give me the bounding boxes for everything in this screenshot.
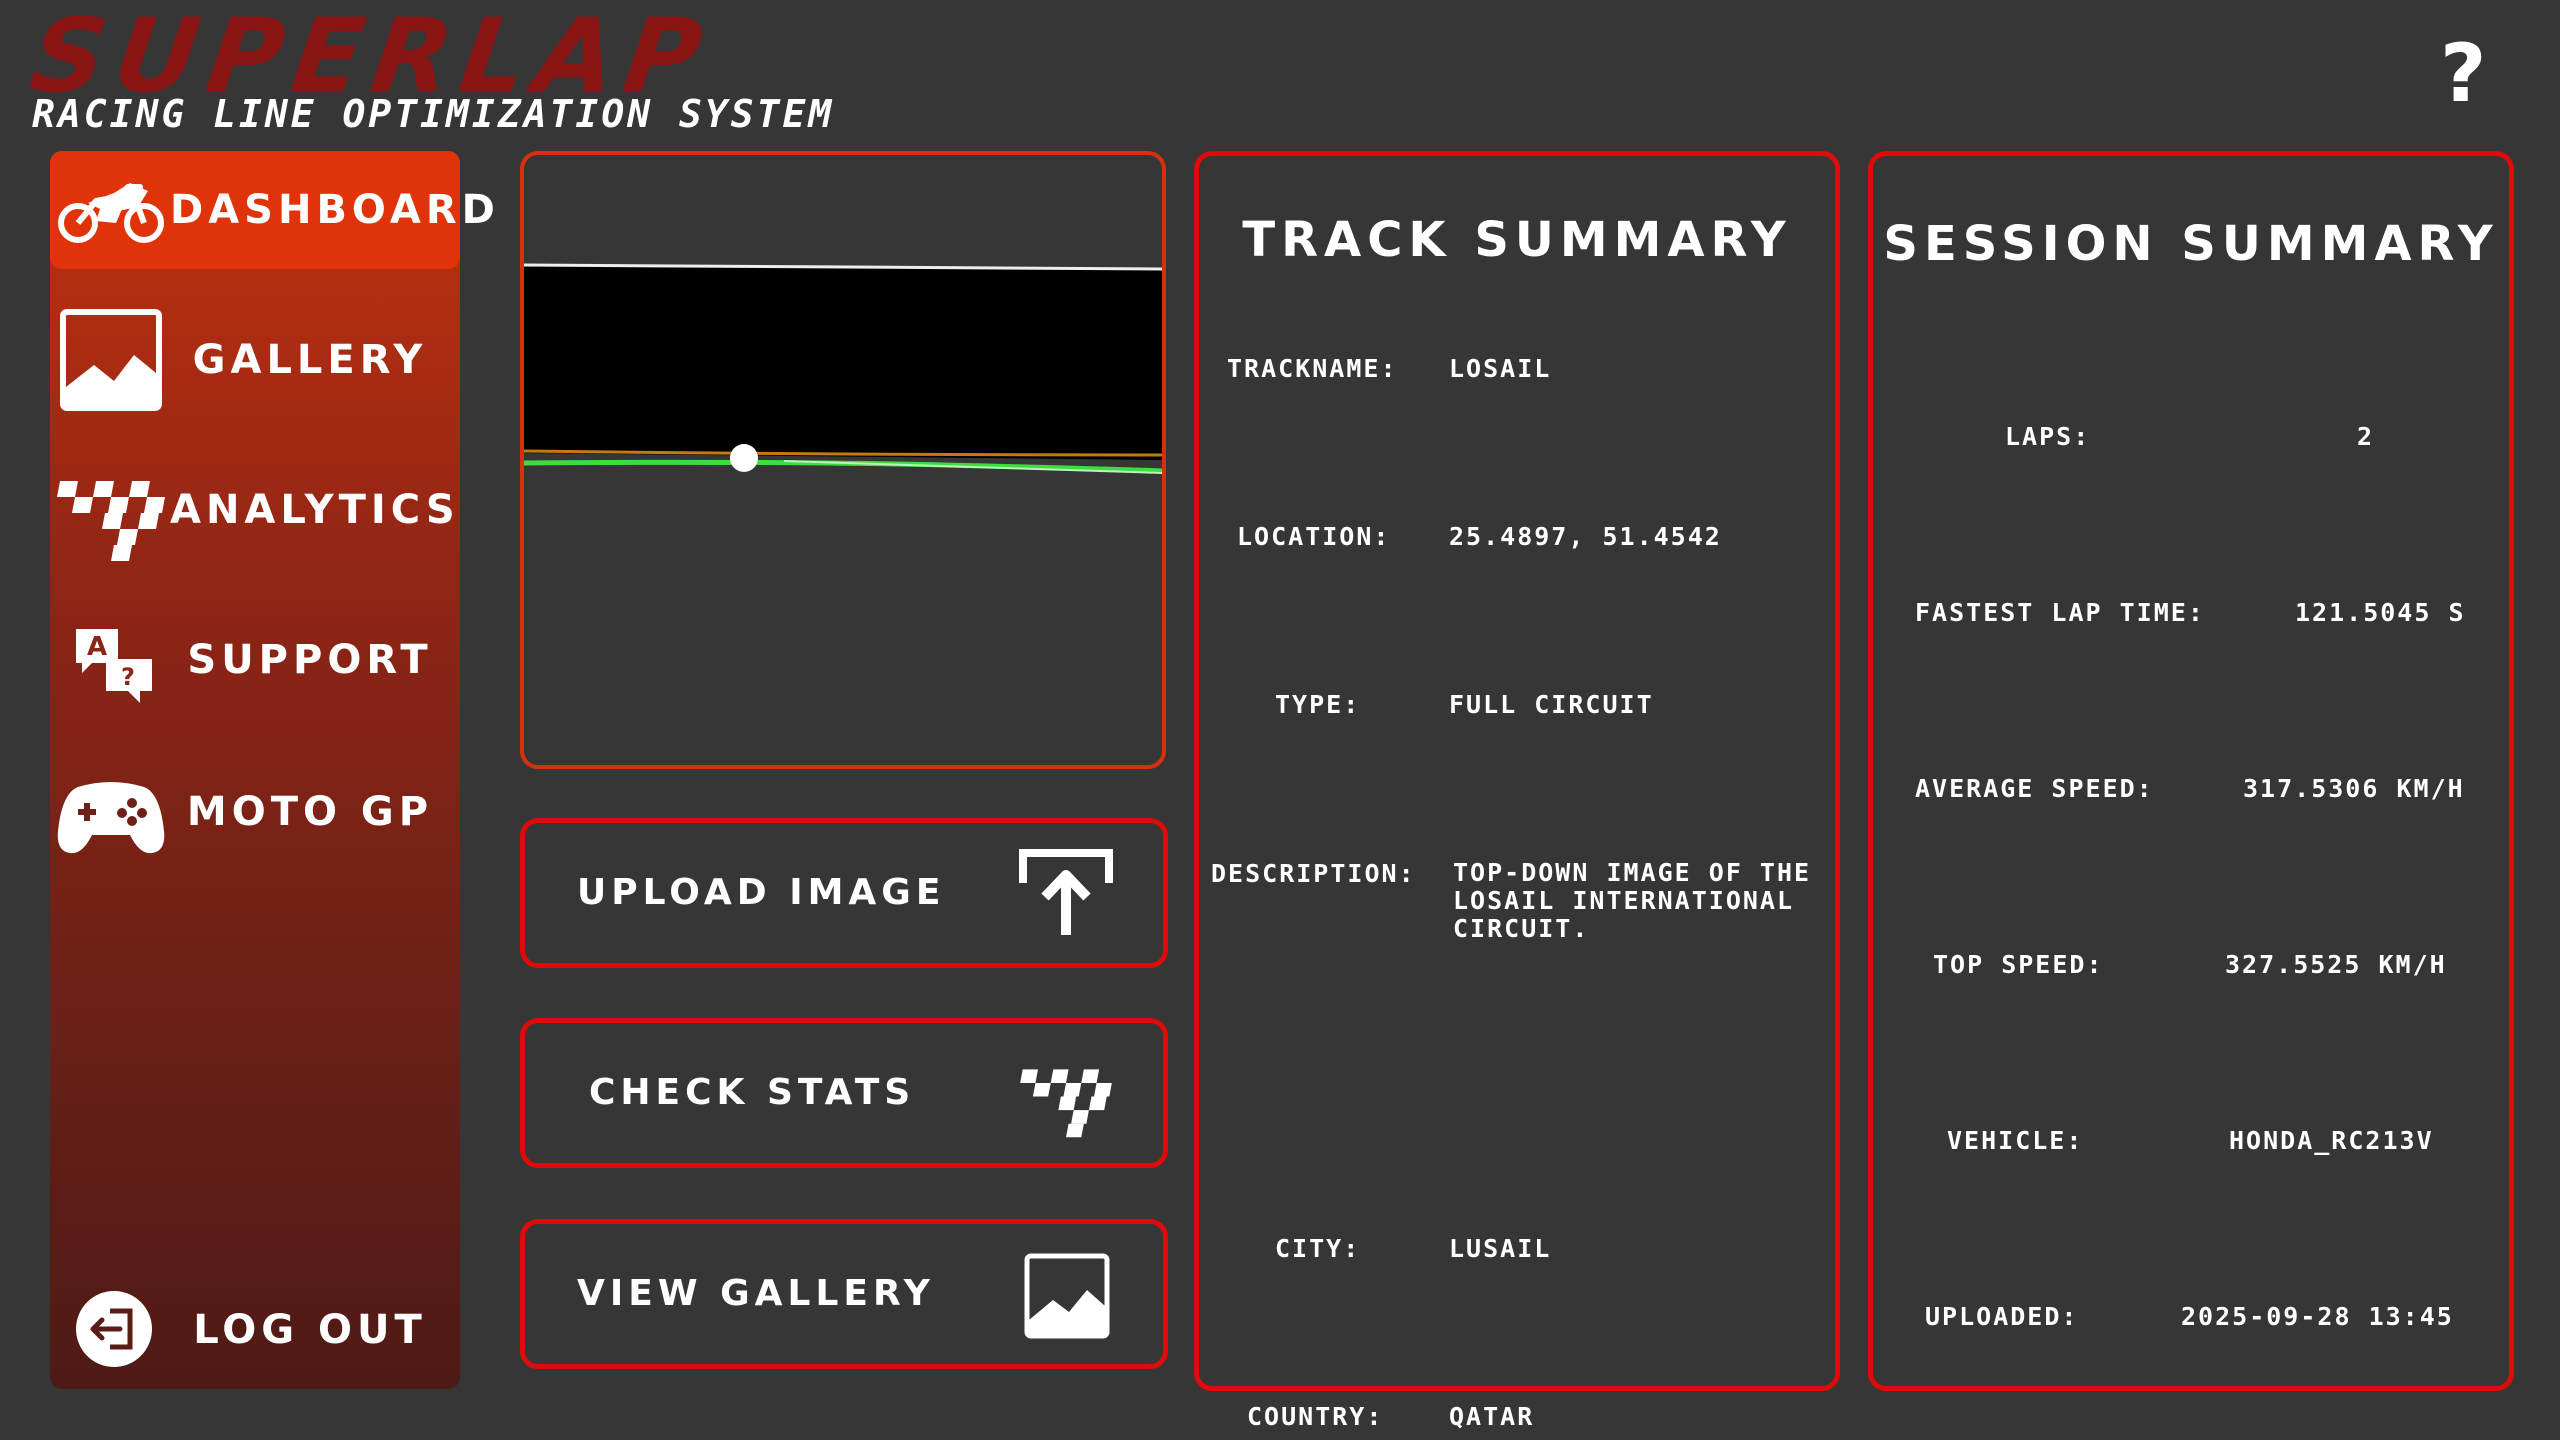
track-summary-title: TRACK SUMMARY — [1242, 212, 1792, 268]
gamepad-icon — [57, 782, 165, 854]
checkered-flag-icon — [57, 481, 165, 561]
check-stats-button[interactable]: CHECK STATS — [520, 1018, 1168, 1168]
average-speed-key: AVERAGE SPEED: — [1915, 774, 2154, 803]
laps-value: 2 — [2357, 422, 2375, 451]
type-value: FULL CIRCUIT — [1449, 690, 1654, 719]
fastest-lap-value: 121.5045 S — [2295, 598, 2466, 627]
upload-icon — [1019, 849, 1113, 935]
image-icon — [1024, 1253, 1110, 1339]
logout-label: LOG OUT — [193, 1307, 427, 1353]
view-gallery-label: VIEW GALLERY — [577, 1273, 935, 1314]
sidebar-item-label: SUPPORT — [187, 637, 433, 683]
session-summary-panel: SESSION SUMMARY LAPS: 2 FASTEST LAP TIME… — [1868, 151, 2514, 1391]
upload-image-label: UPLOAD IMAGE — [577, 872, 946, 913]
sidebar-item-gallery[interactable]: GALLERY — [50, 301, 460, 419]
vehicle-key: VEHICLE: — [1947, 1126, 2084, 1155]
track-summary-panel: TRACK SUMMARY TRACKNAME: LOSAIL LOCATION… — [1194, 151, 1840, 1431]
sidebar-item-label: GALLERY — [192, 337, 428, 383]
sidebar-item-support[interactable]: A ? SUPPORT — [50, 601, 460, 719]
motorcycle-icon — [58, 183, 164, 243]
uploaded-key: UPLOADED: — [1925, 1302, 2079, 1331]
check-stats-label: CHECK STATS — [589, 1072, 916, 1113]
sidebar: DASHBOARD GALLERY ANALYTICS A ? SUPPORT … — [50, 151, 500, 1389]
svg-text:A: A — [87, 632, 107, 662]
average-speed-value: 317.5306 KM/H — [2243, 774, 2465, 803]
sidebar-item-motogp[interactable]: MOTO GP — [50, 753, 460, 871]
translate-icon: A ? — [76, 629, 152, 703]
uploaded-value: 2025-09-28 13:45 — [2181, 1302, 2454, 1331]
country-key: COUNTRY: — [1247, 1402, 1384, 1431]
fastest-lap-key: FASTEST LAP TIME: — [1915, 598, 2205, 627]
sidebar-item-dashboard[interactable]: DASHBOARD — [50, 151, 500, 269]
city-value: LUSAIL — [1449, 1234, 1552, 1263]
track-preview — [520, 151, 1166, 769]
location-key: LOCATION: — [1237, 522, 1391, 551]
top-speed-key: TOP SPEED: — [1933, 950, 2104, 979]
type-key: TYPE: — [1275, 690, 1361, 719]
checkered-flag-icon — [1020, 1069, 1112, 1138]
sidebar-item-label: MOTO GP — [186, 789, 434, 835]
view-gallery-button[interactable]: VIEW GALLERY — [520, 1219, 1168, 1369]
vehicle-marker — [730, 444, 758, 472]
city-key: CITY: — [1275, 1234, 1361, 1263]
location-value: 25.4897, 51.4542 — [1449, 522, 1722, 551]
vehicle-value: HONDA_RC213V — [2229, 1126, 2434, 1155]
laps-key: LAPS: — [2005, 422, 2091, 451]
sidebar-item-label: DASHBOARD — [170, 187, 500, 233]
upload-image-button[interactable]: UPLOAD IMAGE — [520, 818, 1168, 968]
track-name-key: TRACKNAME: — [1227, 354, 1398, 383]
svg-text:?: ? — [121, 663, 135, 691]
description-key: DESCRIPTION: — [1211, 859, 1416, 888]
sidebar-item-analytics[interactable]: ANALYTICS — [50, 451, 460, 569]
sidebar-item-label: ANALYTICS — [170, 487, 460, 533]
logout-button[interactable]: LOG OUT — [50, 1271, 460, 1389]
app-tagline: RACING LINE OPTIMIZATION SYSTEM — [32, 92, 835, 136]
track-name-value: LOSAIL — [1449, 354, 1552, 383]
help-icon[interactable]: ? — [2440, 34, 2486, 114]
image-icon — [60, 309, 162, 411]
track-image — [524, 263, 1162, 609]
description-value: TOP-DOWN IMAGE OF THE LOSAIL INTERNATION… — [1453, 858, 1812, 943]
country-value: QATAR — [1449, 1402, 1535, 1431]
logout-icon — [76, 1291, 152, 1367]
session-summary-title: SESSION SUMMARY — [1883, 216, 2499, 272]
top-speed-value: 327.5525 KM/H — [2225, 950, 2447, 979]
